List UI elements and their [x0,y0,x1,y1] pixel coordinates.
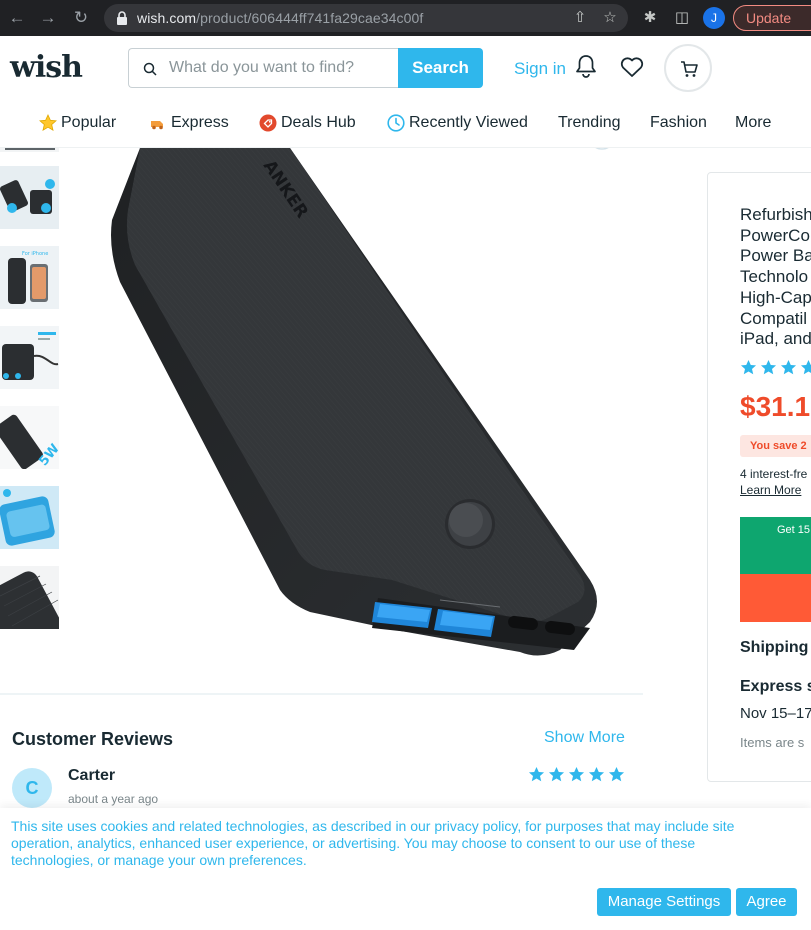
category-popular[interactable]: Popular [39,114,116,132]
section-divider [0,693,643,695]
product-thumbnail[interactable] [0,326,59,389]
star-icon [800,359,811,375]
cookie-text: This site uses cookies and related techn… [11,818,735,868]
star-icon [588,766,605,782]
category-fashion[interactable]: Fashion [650,114,707,132]
star-icon [528,766,545,782]
review-date: about a year ago [68,792,159,806]
search-box [128,48,400,88]
svg-text:For iPhone: For iPhone [22,251,48,257]
star-icon [780,359,797,375]
product-main-image[interactable]: ANKER [60,148,643,693]
search-button[interactable]: Search [398,48,483,88]
bookmark-star-icon[interactable]: ☆ [600,8,620,28]
category-recently-viewed[interactable]: Recently Viewed [387,114,528,132]
bell-icon[interactable] [575,54,597,78]
search-icon [143,62,157,76]
product-info-panel: Refurbish PowerCo Power Ba Technolo High… [707,172,811,782]
category-label: Popular [61,114,117,131]
show-more-reviews-link[interactable]: Show More [544,729,625,747]
category-label: Recently Viewed [409,114,528,131]
sign-in-link[interactable]: Sign in [514,59,566,79]
cart-icon [681,61,698,77]
product-price: $31.19 [740,391,811,422]
star-icon [39,114,57,132]
star-icon [760,359,777,375]
express-shipping-label: Express s [740,678,811,695]
category-label: Fashion [650,114,707,131]
reviewer-name: Carter [68,767,116,784]
category-more[interactable]: More [735,114,771,132]
browser-toolbar: ← → ↻ wish.com/product/606444ff741fa29ca… [0,0,811,36]
buy-button[interactable] [740,574,811,622]
url-text: wish.com/product/606444ff741fa29cae34c00… [137,10,423,26]
category-nav: Popular Express Deals Hub Recently Viewe… [0,100,811,148]
items-note: Items are s [740,735,805,750]
installments-text: 4 interest-fre [740,467,808,481]
deals-tag-icon [259,114,277,132]
update-button[interactable]: Update [733,5,811,31]
cookie-banner: This site uses cookies and related techn… [0,808,811,930]
product-thumbnail[interactable]: 5W [0,406,59,469]
review-stars [528,766,625,783]
category-label: More [735,114,772,131]
agree-button[interactable]: Agree [736,888,797,916]
category-label: Trending [558,114,621,131]
reviews-heading: Customer Reviews [12,729,174,749]
address-bar[interactable]: wish.com/product/606444ff741fa29cae34c00… [104,4,628,32]
url-domain: wish.com [137,10,197,26]
product-thumbnail[interactable]: For iPhone [0,246,59,309]
express-icon [151,121,163,130]
promo-banner[interactable]: Get 15 [740,517,811,574]
star-icon [568,766,585,782]
product-thumbnail[interactable] [0,166,59,229]
forward-arrow-icon[interactable]: → [38,8,58,28]
lock-icon [117,11,127,25]
delivery-dates: Nov 15–17 [740,705,811,722]
url-path: /product/606444ff741fa29cae34c00f [196,10,424,26]
wish-logo[interactable]: wish [10,50,83,85]
reload-icon[interactable]: ↻ [71,8,91,28]
reviewer-avatar: C [12,768,52,808]
extensions-puzzle-icon[interactable]: ✱ [640,8,660,28]
savings-badge: You save 2 [740,435,811,457]
product-thumbnail[interactable] [0,486,59,549]
category-express[interactable]: Express [149,114,229,132]
learn-more-link[interactable]: Learn More [740,483,801,497]
category-label: Express [171,114,229,131]
product-thumbnail[interactable] [0,566,59,629]
star-icon [740,359,757,375]
shipping-heading: Shipping [740,639,809,656]
clock-icon [387,114,405,132]
search-input[interactable] [169,57,394,79]
profile-avatar[interactable]: J [703,7,725,29]
product-thumbnail[interactable] [0,148,59,152]
star-icon [548,766,565,782]
manage-settings-button[interactable]: Manage Settings [597,888,731,916]
share-icon[interactable]: ⇧ [570,8,590,28]
cart-button[interactable] [664,44,712,92]
site-header: wish Search Sign in [0,36,811,100]
star-icon [608,766,625,782]
product-title: Refurbish PowerCo Power Ba Technolo High… [740,205,811,349]
category-deals-hub[interactable]: Deals Hub [259,114,356,132]
category-label: Deals Hub [281,114,356,131]
heart-icon[interactable] [620,56,644,78]
back-arrow-icon[interactable]: ← [7,8,27,28]
side-panel-icon[interactable]: ◫ [672,8,692,28]
category-trending[interactable]: Trending [558,114,621,132]
product-rating-stars[interactable] [740,359,811,376]
